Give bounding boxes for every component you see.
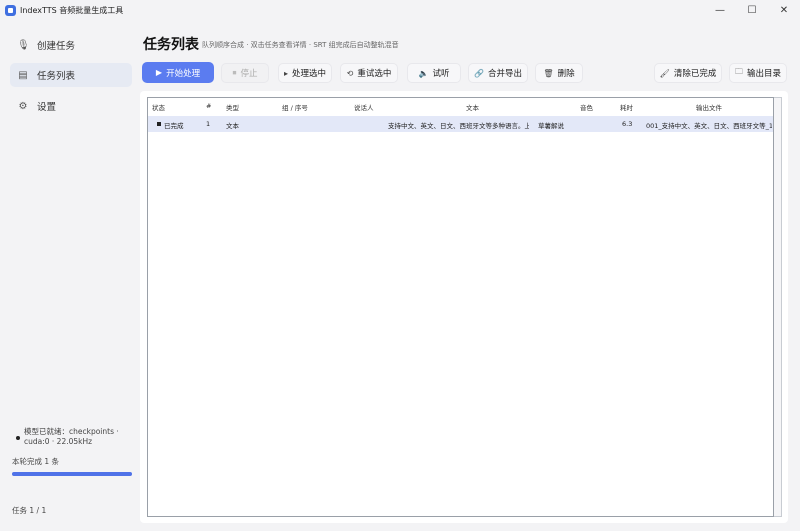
page-title: 任务列表 <box>143 37 199 53</box>
microphone-icon: 🎙 <box>17 39 30 51</box>
model-status-line1: 模型已就绪：checkpoints · <box>24 427 119 436</box>
sidebar-item-label: 创建任务 <box>37 41 76 52</box>
retry-selected-label: 重试选中 <box>357 69 392 79</box>
model-status-dot <box>16 436 20 440</box>
batch-progress-bar <box>12 472 132 476</box>
delete-label: 删除 <box>557 69 575 79</box>
cell-status: 已完成 <box>164 122 184 130</box>
column-header-text[interactable]: 文本 <box>466 102 479 112</box>
clear-completed-button[interactable]: 🖌 清除已完成 <box>654 63 722 83</box>
process-selected-button[interactable]: ▸ 处理选中 <box>278 63 332 83</box>
app-icon <box>5 4 16 16</box>
table-vertical-scrollbar[interactable] <box>774 97 782 517</box>
column-header-duration[interactable]: 耗时 <box>620 102 633 112</box>
brush-icon: 🖌 <box>659 68 670 78</box>
column-header-status[interactable]: 状态 <box>152 102 165 112</box>
window-controls: — ☐ ✕ <box>704 0 800 20</box>
delete-button[interactable]: 🗑 删除 <box>535 63 583 83</box>
retry-selected-button[interactable]: ⟲ 重试选中 <box>340 63 398 83</box>
column-header-voice[interactable]: 音色 <box>580 102 593 112</box>
stop-label: 停止 <box>240 69 258 79</box>
cell-type: 文本 <box>226 122 239 130</box>
output-dir-label: 输出目录 <box>746 69 781 79</box>
column-header-group[interactable]: 组 / 序号 <box>282 102 308 112</box>
column-header-index[interactable]: # <box>206 102 211 110</box>
play-small-icon: ▸ <box>283 68 288 78</box>
column-header-output[interactable]: 输出文件 <box>696 102 722 112</box>
output-dir-button[interactable]: 🗀 输出目录 <box>729 63 787 83</box>
column-header-speaker[interactable]: 说话人 <box>354 102 374 112</box>
play-icon: ▶ <box>155 68 163 77</box>
sidebar: 🎙 创建任务 ▤ 任务列表 ⚙ 设置 <box>0 20 133 531</box>
speaker-icon: 🔈 <box>418 68 429 78</box>
maximize-button[interactable]: ☐ <box>736 0 768 20</box>
task-table <box>147 97 774 517</box>
process-selected-label: 处理选中 <box>292 69 327 79</box>
sidebar-item-label: 设置 <box>37 102 57 113</box>
cell-output-file: 001_支持中文、英文、日文、西班牙文等_1 <box>646 122 772 130</box>
clear-completed-label: 清除已完成 <box>673 69 717 79</box>
batch-status-text: 本轮完成 1 条 <box>12 457 60 466</box>
window-title: IndexTTS 音频批量生成工具 <box>20 5 124 15</box>
cell-index: 1 <box>206 120 211 128</box>
model-status-line2: cuda:0 · 22.05kHz <box>24 437 93 446</box>
cell-voice: 草薯解说 <box>538 122 564 130</box>
gear-icon: ⚙ <box>18 100 28 112</box>
close-button[interactable]: ✕ <box>768 0 800 20</box>
sidebar-item-label: 任务列表 <box>37 71 76 82</box>
trash-icon: 🗑 <box>543 68 554 78</box>
sidebar-item-create-task[interactable]: 🎙 创建任务 <box>10 33 132 57</box>
start-processing-label: 开始处理 <box>166 68 201 79</box>
link-icon: 🔗 <box>474 68 484 78</box>
completed-status-icon <box>157 122 161 126</box>
start-processing-button[interactable]: ▶ 开始处理 <box>142 62 214 83</box>
column-header-type[interactable]: 类型 <box>226 102 239 112</box>
merge-export-button[interactable]: 🔗 合并导出 <box>468 63 528 83</box>
stop-button[interactable]: ⏹ 停止 <box>221 63 269 83</box>
merge-export-label: 合并导出 <box>487 69 522 79</box>
cell-duration: 6.3 <box>622 120 633 128</box>
page-subtitle: 队列顺序合成 · 双击任务查看详情 · SRT 组完成后自动整轨混音 <box>202 41 399 49</box>
cell-text: 支持中文、英文、日文、西班牙文等多种语言。上传中文参考音频后，将自动识别并进行语… <box>388 122 529 130</box>
batch-progress-fill <box>12 472 132 476</box>
minimize-button[interactable]: — <box>704 0 736 20</box>
listen-button[interactable]: 🔈 试听 <box>407 63 461 83</box>
stop-icon: ⏹ <box>232 68 237 77</box>
sidebar-item-settings[interactable]: ⚙ 设置 <box>10 94 132 118</box>
retry-icon: ⟲ <box>346 68 354 78</box>
task-count-text: 任务 1 / 1 <box>12 506 47 515</box>
title-bar: IndexTTS 音频批量生成工具 — ☐ ✕ <box>0 0 800 20</box>
sidebar-item-task-list[interactable]: ▤ 任务列表 <box>10 63 132 87</box>
list-icon: ▤ <box>18 69 28 81</box>
folder-icon: 🗀 <box>734 67 743 76</box>
listen-label: 试听 <box>432 69 450 79</box>
